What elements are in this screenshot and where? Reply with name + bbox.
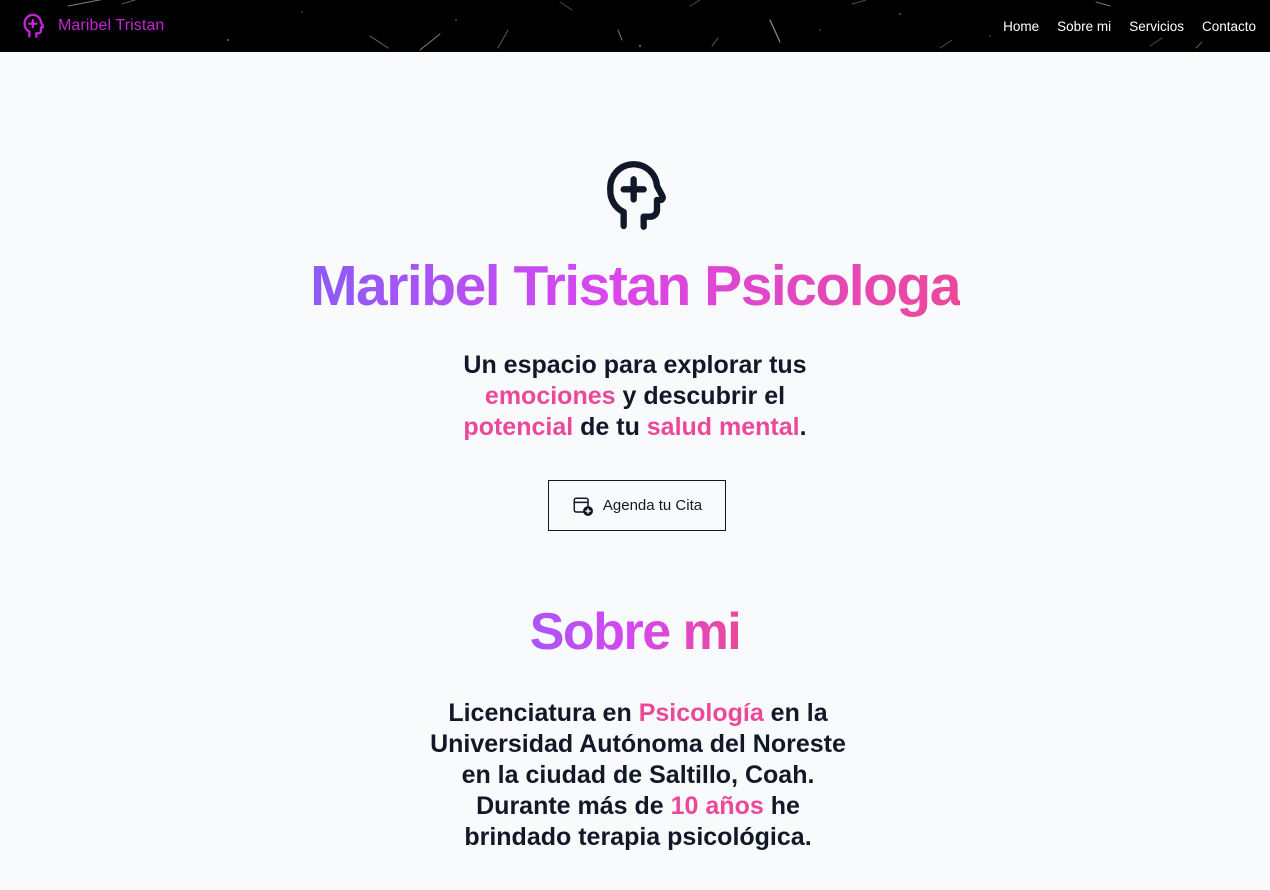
hero-tagline: Un espacio para explorar tus emociones y… xyxy=(435,350,835,443)
tagline-text: Un espacio para explorar tus xyxy=(463,351,807,379)
nav-link-home[interactable]: Home xyxy=(1003,19,1039,34)
schedule-appointment-label: Agenda tu Cita xyxy=(602,497,703,514)
nav-link-servicios[interactable]: Servicios xyxy=(1129,19,1184,34)
tagline-text: y descubrir el xyxy=(615,382,786,410)
calendar-plus-icon xyxy=(573,496,593,516)
nav-link-sobre-mi[interactable]: Sobre mi xyxy=(1057,19,1111,34)
main-nav: Home Sobre mi Servicios Contacto xyxy=(1003,0,1256,52)
tagline-text: . xyxy=(799,413,807,441)
brand-name: Maribel Tristan xyxy=(58,17,165,34)
tagline-text: de tu xyxy=(573,413,647,441)
brand-link[interactable]: Maribel Tristan xyxy=(20,10,164,42)
tagline-highlight: potencial xyxy=(463,413,574,441)
hero-title: Maribel Tristan Psicologa xyxy=(0,252,1270,320)
nav-link-contacto[interactable]: Contacto xyxy=(1202,19,1256,34)
schedule-appointment-button[interactable]: Agenda tu Cita xyxy=(548,480,726,531)
head-plus-icon xyxy=(607,161,666,230)
head-plus-icon xyxy=(23,13,45,38)
about-section-title: Sobre mi xyxy=(0,600,1270,664)
about-text: Licenciatura en xyxy=(448,699,639,727)
hero-title-text: Maribel Tristan Psicologa xyxy=(310,254,961,318)
about-title-text: Sobre mi xyxy=(529,603,742,661)
tagline-highlight: salud mental xyxy=(646,413,800,441)
about-description: Licenciatura en Psicología en la Univers… xyxy=(420,698,856,853)
about-highlight: 10 años xyxy=(670,792,764,820)
about-highlight: Psicología xyxy=(638,699,764,727)
navbar: Maribel Tristan Home Sobre mi Servicios … xyxy=(0,0,1270,52)
tagline-highlight: emociones xyxy=(484,382,616,410)
